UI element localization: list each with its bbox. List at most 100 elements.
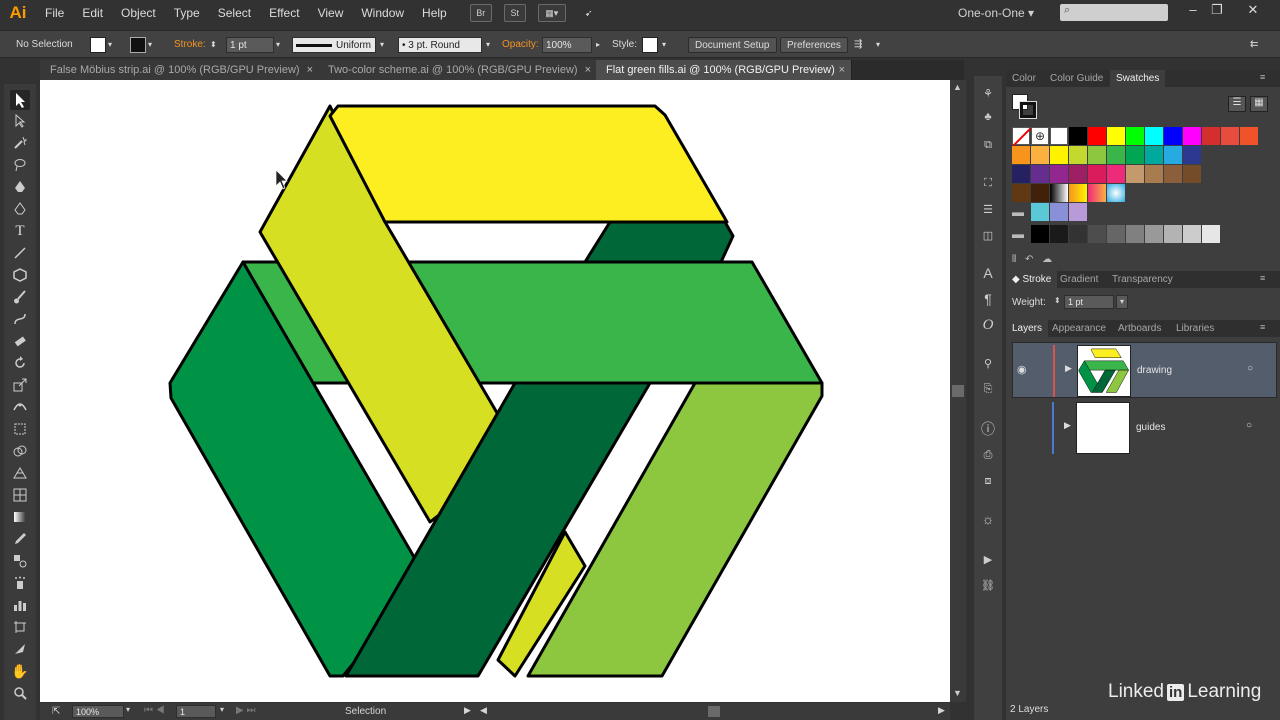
pathfinder-icon[interactable]: ◫ (978, 226, 998, 244)
swatch[interactable] (1164, 127, 1182, 145)
swatch[interactable] (1126, 225, 1144, 243)
swatch[interactable] (1031, 184, 1049, 202)
artboard-canvas[interactable] (40, 80, 950, 702)
swatch[interactable] (1031, 146, 1049, 164)
magic-wand-tool-icon[interactable] (10, 134, 30, 152)
zoom-tool-icon[interactable] (10, 684, 30, 702)
appearance-icon[interactable]: ☼ (978, 510, 998, 528)
profile-dropdown-icon[interactable]: ▾ (380, 37, 384, 53)
close-tab-icon[interactable]: × (307, 60, 313, 80)
swatch[interactable] (1240, 127, 1258, 145)
workspace-switcher[interactable]: One-on-One ▾ (958, 6, 1034, 20)
swatch[interactable] (1164, 225, 1182, 243)
fill-swatch[interactable] (90, 37, 106, 53)
swatch[interactable] (1126, 127, 1144, 145)
zoom-field[interactable]: 100% (72, 705, 124, 718)
artboard-dropdown-icon[interactable]: ▾ (220, 705, 224, 714)
tab-transparency[interactable]: Transparency (1106, 271, 1179, 288)
swatch[interactable] (1107, 225, 1125, 243)
tab-color-guide[interactable]: Color Guide (1044, 70, 1109, 87)
actions-icon[interactable]: ▶ (978, 550, 998, 568)
stroke-weight-dropdown-icon[interactable]: ▾ (276, 37, 280, 53)
menu-object[interactable]: Object (112, 0, 165, 26)
swatch[interactable] (1050, 203, 1068, 221)
rotate-tool-icon[interactable] (10, 354, 30, 372)
style-dropdown-icon[interactable]: ▾ (662, 37, 666, 53)
swatch[interactable] (1088, 127, 1106, 145)
vertical-scrollbar[interactable]: ▲ ▼ (950, 80, 966, 702)
opacity-field[interactable]: 100% (542, 37, 592, 53)
swatch[interactable] (1050, 165, 1068, 183)
scroll-thumb[interactable] (952, 385, 964, 397)
style-swatch[interactable] (642, 37, 658, 53)
brush-select[interactable]: • 3 pt. Round (398, 37, 482, 53)
gradient-tool-icon[interactable] (10, 508, 30, 526)
help-search-input[interactable]: ⌕ (1060, 4, 1168, 21)
width-tool-icon[interactable] (10, 398, 30, 416)
swatch[interactable] (1012, 165, 1030, 183)
tab-two-color[interactable]: Two-color scheme.ai @ 100% (RGB/GPU Prev… (318, 60, 598, 80)
share-icon[interactable]: ⇱ (52, 706, 60, 717)
character-icon[interactable]: A (978, 264, 998, 282)
gradient-swatch[interactable] (1088, 184, 1106, 202)
brushes-icon[interactable]: ⚘ (978, 84, 998, 102)
lasso-tool-icon[interactable] (10, 156, 30, 174)
control-panel-menu-icon[interactable]: ⇇ (1250, 37, 1258, 53)
yellow-top-band[interactable] (328, 104, 729, 224)
swatch[interactable] (1183, 165, 1201, 183)
shape-builder-tool-icon[interactable] (10, 442, 30, 460)
swatch[interactable] (1050, 146, 1068, 164)
arrange-icon[interactable]: ⇶ (854, 37, 862, 53)
gradient-swatch[interactable] (1107, 184, 1125, 202)
pen-tool-icon[interactable] (10, 178, 30, 196)
list-view-icon[interactable]: ☰ (1228, 96, 1246, 112)
document-info-icon[interactable]: ⎙ (978, 446, 998, 464)
thumbnail-view-icon[interactable]: ▦ (1250, 96, 1268, 112)
menu-edit[interactable]: Edit (73, 0, 112, 26)
menu-help[interactable]: Help (413, 0, 456, 26)
status-menu-icon[interactable]: ▶ (464, 705, 471, 716)
direct-selection-tool-icon[interactable] (10, 112, 30, 130)
column-graph-tool-icon[interactable] (10, 596, 30, 614)
swatch[interactable] (1088, 165, 1106, 183)
first-artboard-icon[interactable]: ⏮ ◀ (144, 705, 165, 716)
swatch[interactable] (1012, 146, 1030, 164)
swatch[interactable] (1183, 127, 1201, 145)
tab-layers[interactable]: Layers (1006, 320, 1049, 337)
swatch[interactable] (1012, 184, 1030, 202)
stroke-profile-select[interactable]: Uniform (292, 37, 376, 53)
free-transform-tool-icon[interactable] (10, 420, 30, 438)
opentype-icon[interactable]: O (978, 316, 998, 334)
expand-layer-icon[interactable]: ▶ (1064, 420, 1071, 431)
swatch[interactable] (1145, 225, 1163, 243)
slice-tool-icon[interactable] (10, 640, 30, 658)
scroll-up-icon[interactable]: ▲ (953, 82, 962, 92)
swatch[interactable] (1069, 203, 1087, 221)
target-circle-icon[interactable]: ○ (1247, 363, 1253, 374)
links-chain-icon[interactable]: ⛓ (978, 576, 998, 594)
swatch[interactable] (1183, 146, 1201, 164)
stroke-stepper-icon[interactable]: ⬍ (210, 37, 217, 53)
panel-menu-icon[interactable]: ≡ (1260, 72, 1265, 82)
links-icon[interactable]: ⧈ (978, 472, 998, 490)
swatch[interactable] (1050, 225, 1068, 243)
minimize-icon[interactable]: – (1182, 2, 1204, 22)
artboard-number-field[interactable]: 1 (176, 705, 216, 718)
hand-tool-icon[interactable]: ✋ (10, 662, 30, 680)
menu-window[interactable]: Window (352, 0, 413, 26)
swatch[interactable] (1221, 127, 1239, 145)
perspective-grid-tool-icon[interactable] (10, 464, 30, 482)
tab-stroke[interactable]: ◆ Stroke (1006, 271, 1058, 288)
horizontal-scroll-thumb[interactable] (708, 706, 720, 717)
gpu-performance-icon[interactable]: ➹ (578, 4, 600, 22)
tab-appearance[interactable]: Appearance (1046, 320, 1112, 337)
transform-icon[interactable]: ⛶ (978, 174, 998, 192)
gradient-swatch[interactable] (1050, 184, 1068, 202)
layer-row-guides[interactable]: ▶ guides ○ (1012, 400, 1277, 456)
tab-artboards[interactable]: Artboards (1112, 320, 1167, 337)
menu-file[interactable]: File (36, 0, 73, 26)
tab-swatches[interactable]: Swatches (1110, 70, 1166, 87)
symbol-sprayer-tool-icon[interactable] (10, 574, 30, 592)
menu-effect[interactable]: Effect (260, 0, 308, 26)
bridge-button[interactable]: Br (469, 4, 492, 22)
